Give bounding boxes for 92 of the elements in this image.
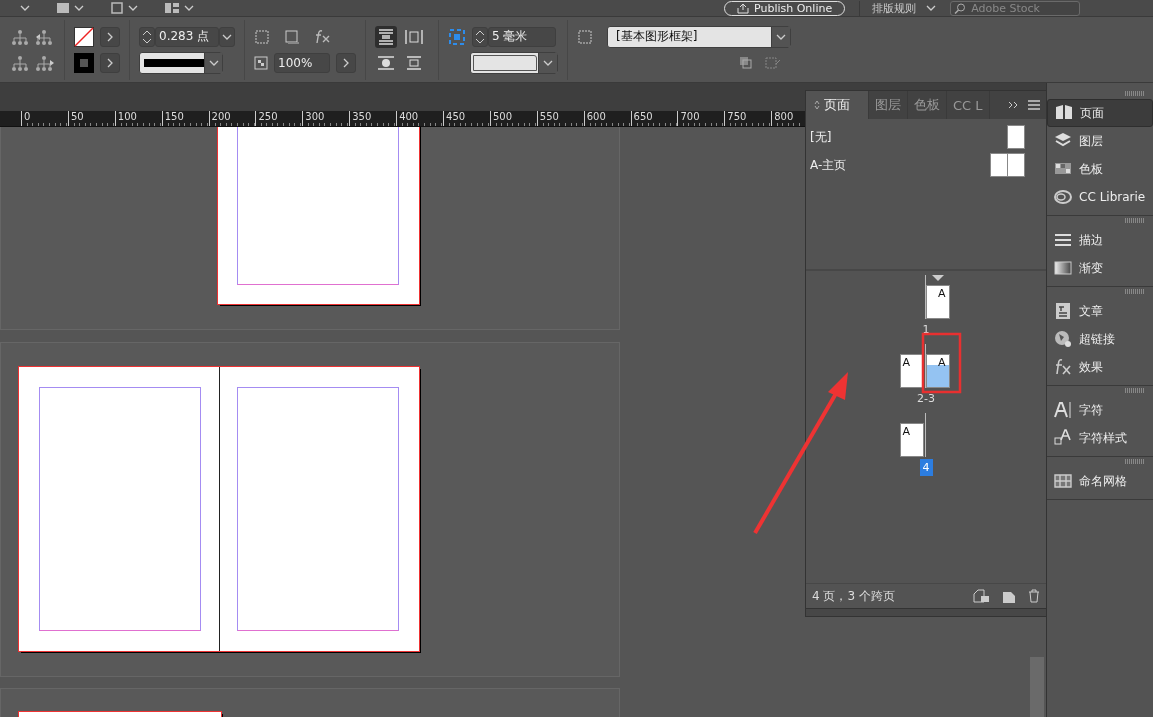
stroke-weight-field[interactable]: 0.283 点 [155,26,219,47]
chevron-down-icon[interactable] [128,5,138,11]
trash-icon[interactable] [1028,589,1040,603]
dock-panel-button[interactable]: 文章 [1047,297,1153,325]
spread-label[interactable]: 1 [919,321,933,338]
corner-options-icon[interactable] [254,28,270,45]
page-thumbnail[interactable]: A [925,285,950,319]
dock-panel-button[interactable]: 色板 [1047,155,1153,183]
panel-tab[interactable]: 页面 [806,91,869,119]
dock-panel-button[interactable]: 字符样式 [1047,424,1153,452]
master-thumbnail[interactable] [990,153,1025,177]
drop-shadow-icon[interactable] [284,28,300,45]
stroke-type-dropdown[interactable] [139,51,223,74]
dock-panel-button[interactable]: 字符 [1047,396,1153,424]
spinner-icon [475,28,485,45]
object-style-dropdown[interactable]: [基本图形框架] [607,25,791,48]
upload-icon [737,2,749,14]
dock-panel-button[interactable]: 超链接 [1047,325,1153,353]
fitting-preview-icon [473,54,537,71]
opacity-icon[interactable] [254,55,268,70]
chevron-right-icon [107,31,113,42]
panel-tab[interactable]: 图层 [869,91,908,119]
master-label[interactable]: [无] [810,128,832,146]
dock-panel-button[interactable]: CC Librarie [1047,183,1153,211]
panel-tab[interactable]: 色板 [908,91,947,119]
reference-point-icon[interactable] [11,54,29,71]
reference-point-icon[interactable] [11,28,29,45]
gap-field[interactable]: 5 毫米 [488,26,556,47]
fill-menu-button[interactable] [100,26,120,47]
fill-none-swatch-icon[interactable] [74,26,94,47]
panel-menu-icon[interactable] [1028,100,1040,110]
dock-panel-button[interactable]: 命名网格 [1047,467,1153,495]
scrollbar[interactable] [1030,657,1045,717]
workspace-menu[interactable]: 排版规则 [872,0,917,16]
stock-search-field[interactable]: Adobe Stock [950,0,1081,16]
highlight-frame [921,332,962,394]
gap-tool-icon[interactable] [448,27,466,46]
dock-panel-button[interactable]: 渐变 [1047,254,1153,282]
spread-label[interactable]: 4 [919,459,933,476]
chevron-down-icon [222,33,232,40]
distribute-icon[interactable] [35,54,55,71]
page-thumbnail[interactable]: A [899,423,924,457]
dock-panel-button[interactable]: 描边 [1047,226,1153,254]
chevron-down-icon[interactable] [926,5,937,11]
opacity-menu-button[interactable] [336,52,356,73]
panel-icon [1053,187,1074,207]
opacity-field[interactable]: 100% [274,52,330,73]
arrange-icon[interactable] [164,2,180,14]
dock-panel-button[interactable]: 效果 [1047,353,1153,381]
panel-icon [1053,400,1074,420]
effects-icon[interactable] [314,28,332,45]
dropdown-button[interactable] [219,26,235,47]
frame-fitting-dropdown[interactable] [470,51,558,74]
panel-tab[interactable]: CC L [947,91,990,119]
page-thumbnail[interactable]: A [899,354,924,388]
chevron-down-icon[interactable] [776,33,786,40]
stroke-swatch-icon[interactable] [74,52,94,73]
panel-icon [1053,471,1074,491]
chevron-down-icon[interactable] [208,59,219,66]
chevron-right-icon [343,57,349,68]
text-wrap-button[interactable] [375,25,397,48]
panel-icon [1053,329,1074,349]
master-label[interactable]: A-主页 [810,156,847,174]
stroke-menu-button[interactable] [100,52,120,73]
frame-icon[interactable] [110,2,124,14]
distribute-icon[interactable] [35,28,55,45]
chevron-down-icon[interactable] [543,59,553,66]
chevron-down-icon[interactable] [20,5,30,11]
panel-icon [1053,357,1074,377]
stepper-button[interactable] [139,26,155,47]
dock-panel-button[interactable]: 页面 [1047,99,1153,127]
stepper-button[interactable] [472,26,488,47]
dock-panel-button[interactable]: 图层 [1047,127,1153,155]
sort-icon [814,100,820,110]
publish-online-button[interactable]: Publish Online [724,0,846,16]
clear-overrides-icon[interactable] [739,55,755,70]
page-thumbnail[interactable]: A [925,354,950,388]
more-tabs-icon[interactable] [1008,101,1020,109]
chevron-down-icon[interactable] [184,5,194,11]
object-style-icon[interactable] [577,28,593,45]
panel-resize-grip[interactable] [806,608,1046,616]
spinner-icon [142,28,152,45]
page-count-status: 4 页，3 个跨页 [812,587,895,605]
spread-label[interactable]: 2-3 [914,390,938,407]
panel-icon [1053,428,1074,448]
chevron-down-icon[interactable] [74,5,84,11]
panel-icon [1053,258,1074,278]
page-size-icon[interactable] [972,588,990,604]
text-wrap-icon [376,26,396,47]
screen-mode-icon[interactable] [56,2,70,14]
chevron-right-icon [107,57,113,68]
master-thumbnail[interactable] [1007,125,1025,149]
